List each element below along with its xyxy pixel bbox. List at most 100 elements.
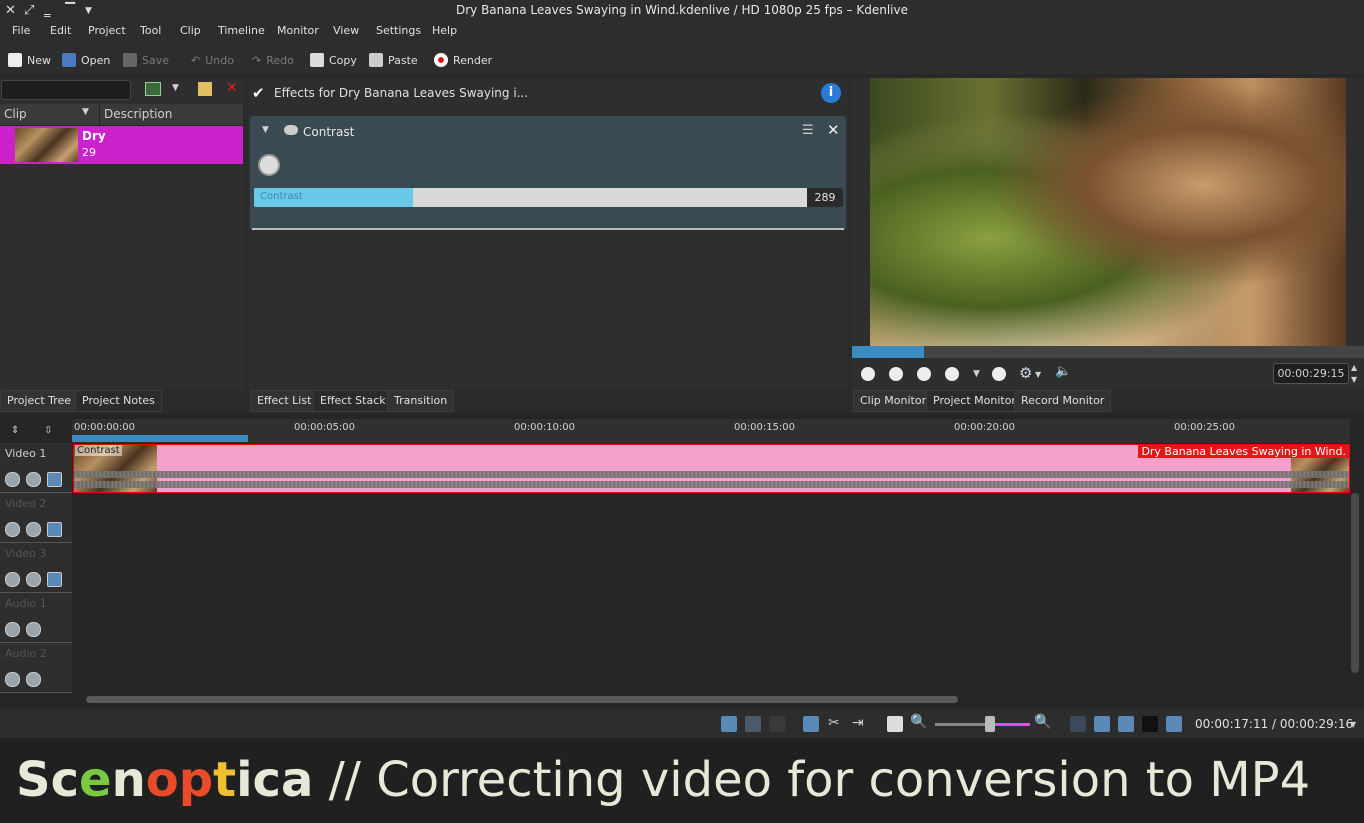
- mute-track-icon[interactable]: [26, 472, 41, 487]
- project-clip-row[interactable]: Dry 29: [0, 126, 243, 164]
- lock-track-icon[interactable]: [5, 622, 20, 637]
- track-view-icon[interactable]: [721, 716, 737, 732]
- timeline-horizontal-scrollbar[interactable]: [86, 696, 958, 703]
- timeline-timecode[interactable]: 00:00:17:11 / 00:00:29:16: [1195, 717, 1353, 731]
- tab-clip-monitor[interactable]: Clip Monitor: [853, 390, 934, 412]
- column-clip[interactable]: Clip: [4, 107, 27, 121]
- menu-edit[interactable]: Edit: [50, 24, 71, 37]
- zoom-slider[interactable]: [935, 723, 1030, 726]
- timeline-ruler[interactable]: 00:00:00:00 00:00:05:00 00:00:10:00 00:0…: [72, 419, 1350, 443]
- track-header-audio-1[interactable]: Audio 1: [0, 593, 72, 643]
- tab-transition[interactable]: Transition: [387, 390, 455, 412]
- contrast-value[interactable]: 289: [807, 188, 843, 207]
- timecode-format-chevron-icon[interactable]: ▼: [1350, 720, 1356, 729]
- track-options-icon[interactable]: ⇳: [44, 425, 52, 436]
- monitor-ruler[interactable]: [852, 346, 1364, 358]
- zoom-slider-handle[interactable]: [985, 716, 995, 732]
- open-button[interactable]: Open: [62, 52, 110, 68]
- timeline-vertical-scrollbar[interactable]: [1351, 493, 1359, 673]
- mute-track-icon[interactable]: [26, 572, 41, 587]
- track-header-video-3[interactable]: Video 3: [0, 543, 72, 593]
- column-description[interactable]: Description: [104, 107, 172, 121]
- mute-track-icon[interactable]: [26, 622, 41, 637]
- add-clip-menu-chevron-icon[interactable]: ▼: [172, 83, 179, 93]
- save-button[interactable]: Save: [123, 52, 169, 68]
- tab-project-tree[interactable]: Project Tree: [0, 390, 79, 412]
- snap-icon[interactable]: [745, 716, 761, 732]
- settings-chevron-icon[interactable]: ▼: [1035, 370, 1041, 379]
- effects-enabled-checkbox[interactable]: ✔: [252, 84, 265, 102]
- hide-track-icon[interactable]: [47, 572, 62, 587]
- delete-clip-icon[interactable]: ✕: [226, 80, 238, 96]
- tab-effect-stack[interactable]: Effect Stack: [313, 390, 393, 412]
- menu-project[interactable]: Project: [88, 24, 126, 37]
- new-button[interactable]: New: [8, 52, 51, 68]
- lock-track-icon[interactable]: [5, 522, 20, 537]
- menu-tool[interactable]: Tool: [140, 24, 161, 37]
- menu-view[interactable]: View: [333, 24, 359, 37]
- razor-tool-icon[interactable]: ✂: [828, 715, 840, 731]
- project-search-input[interactable]: [1, 80, 131, 100]
- redo-button[interactable]: ↷ Redo: [252, 52, 294, 68]
- render-button[interactable]: Render: [434, 52, 492, 68]
- tab-record-monitor[interactable]: Record Monitor: [1014, 390, 1112, 412]
- effect-menu-icon[interactable]: ☰: [802, 123, 814, 138]
- show-markers-icon[interactable]: [1070, 716, 1086, 732]
- lock-track-icon[interactable]: [5, 672, 20, 687]
- play-icon[interactable]: [945, 367, 959, 381]
- set-zone-end-icon[interactable]: [889, 367, 903, 381]
- overwrite-mode-icon[interactable]: [769, 716, 785, 732]
- forward-icon[interactable]: [992, 367, 1006, 381]
- menu-clip[interactable]: Clip: [180, 24, 201, 37]
- track-header-video-2[interactable]: Video 2: [0, 493, 72, 543]
- fit-zoom-icon[interactable]: [887, 716, 903, 732]
- rewind-icon[interactable]: [917, 367, 931, 381]
- paste-button[interactable]: Paste: [369, 52, 418, 68]
- show-waveform-icon[interactable]: [1118, 716, 1134, 732]
- lock-track-icon[interactable]: [5, 572, 20, 587]
- timecode-down-icon[interactable]: ▼: [1351, 375, 1357, 384]
- show-fx-icon[interactable]: [1142, 716, 1158, 732]
- timeline-clip[interactable]: Contrast Dry Banana Leaves Swaying in Wi…: [73, 444, 1350, 493]
- sort-chevron-icon[interactable]: ▼: [82, 107, 89, 117]
- spacer-tool-icon[interactable]: ⇥: [852, 715, 864, 731]
- copy-button[interactable]: Copy: [310, 52, 357, 68]
- menu-timeline[interactable]: Timeline: [218, 24, 265, 37]
- hide-track-icon[interactable]: [47, 522, 62, 537]
- lock-track-icon[interactable]: [5, 472, 20, 487]
- timecode-up-icon[interactable]: ▲: [1351, 363, 1357, 372]
- contrast-slider[interactable]: Contrast 289: [254, 188, 843, 207]
- zoom-in-icon[interactable]: 🔍: [1034, 714, 1051, 730]
- show-thumbnails-icon[interactable]: [1094, 716, 1110, 732]
- play-menu-chevron-icon[interactable]: ▼: [973, 369, 980, 379]
- monitor-settings-gear-icon[interactable]: ⚙: [1019, 364, 1032, 382]
- remove-effect-icon[interactable]: ✕: [827, 121, 840, 139]
- hide-track-icon[interactable]: [47, 472, 62, 487]
- menu-settings[interactable]: Settings: [376, 24, 421, 37]
- track-header-audio-2[interactable]: Audio 2: [0, 643, 72, 693]
- edit-clip-icon[interactable]: [198, 82, 212, 96]
- timeline-zone[interactable]: [72, 435, 248, 442]
- video-preview[interactable]: [870, 78, 1346, 346]
- menu-help[interactable]: Help: [432, 24, 457, 37]
- zoom-out-icon[interactable]: 🔍: [910, 714, 927, 730]
- menu-file[interactable]: File: [12, 24, 30, 37]
- mute-track-icon[interactable]: [26, 522, 41, 537]
- menu-monitor[interactable]: Monitor: [277, 24, 319, 37]
- volume-icon[interactable]: 🔈: [1055, 364, 1071, 379]
- tab-effect-list[interactable]: Effect List: [250, 390, 319, 412]
- monitor-timecode[interactable]: 00:00:29:15: [1273, 363, 1349, 384]
- set-zone-start-icon[interactable]: [861, 367, 875, 381]
- mute-track-icon[interactable]: [26, 672, 41, 687]
- undo-button[interactable]: ↶ Undo: [191, 52, 234, 68]
- split-audio-icon[interactable]: [1166, 716, 1182, 732]
- info-icon[interactable]: i: [821, 83, 841, 103]
- tab-project-notes[interactable]: Project Notes: [75, 390, 162, 412]
- selection-tool-icon[interactable]: [803, 716, 819, 732]
- keyframe-timer-icon[interactable]: [258, 154, 280, 176]
- track-header-video-1[interactable]: Video 1: [0, 443, 72, 493]
- effect-visibility-icon[interactable]: [284, 125, 298, 135]
- collapse-chevron-icon[interactable]: ▼: [262, 125, 269, 135]
- tab-project-monitor[interactable]: Project Monitor: [926, 390, 1023, 412]
- collapse-tracks-icon[interactable]: ⇕: [11, 425, 19, 436]
